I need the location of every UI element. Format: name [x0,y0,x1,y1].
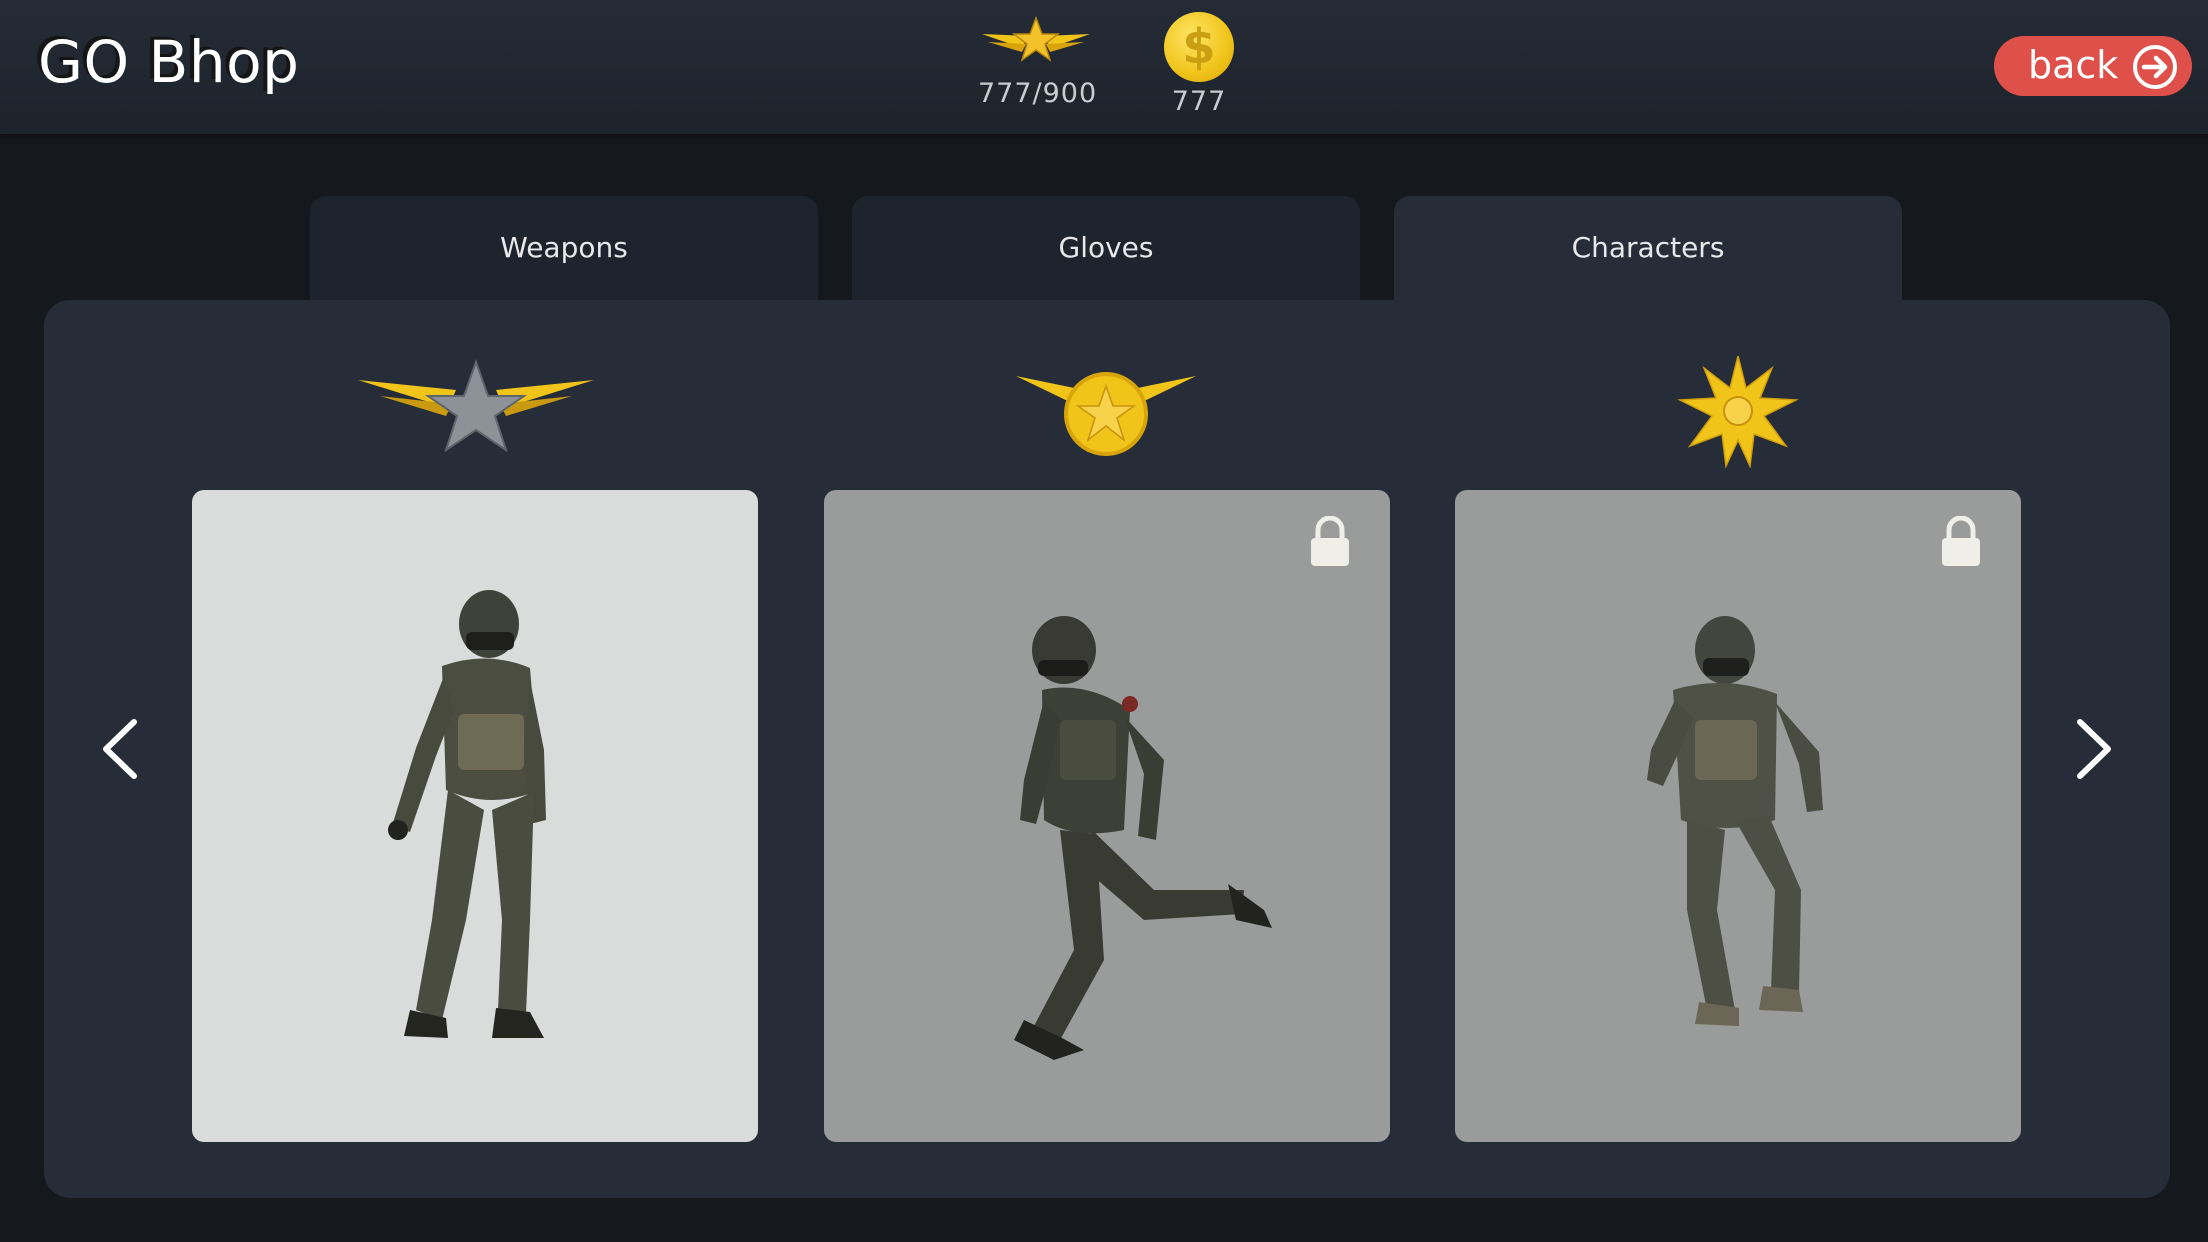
tab-weapons[interactable]: Weapons [310,196,818,300]
chevron-right-icon[interactable] [2070,716,2118,782]
back-button-label: back [2028,43,2119,87]
lock-icon [1942,516,1980,566]
arrow-right-circle-icon [2133,45,2177,89]
tab-characters[interactable]: Characters [1394,196,1902,306]
soldier-character-3-image [1647,616,1823,1026]
soldier-character-2-image [1014,616,1272,1060]
game-title: GO Bhop [38,28,300,96]
character-card-2[interactable] [824,490,1390,1142]
soldier-character-1-image [388,590,546,1038]
coin-icon: $ [1164,12,1234,82]
top-bar: GO Bhop 777/900 $ 777 back [0,0,2208,134]
rank-star-wings-icon [982,15,1090,62]
coin-balance: $ 777 [1154,12,1244,117]
rank-progress-value: 777/900 [978,78,1098,109]
gold-star-medal-wings-icon [1016,372,1196,456]
character-card-3[interactable] [1455,490,2021,1142]
gold-starburst-icon [1677,355,1799,468]
back-button[interactable]: back [1994,36,2192,96]
lock-icon [1311,516,1349,566]
chevron-left-icon[interactable] [96,716,144,782]
rank-progress: 777/900 [978,12,1098,109]
tab-gloves[interactable]: Gloves [852,196,1360,300]
silver-star-wings-icon [358,358,594,452]
coin-balance-value: 777 [1171,86,1227,117]
character-card-1[interactable] [192,490,758,1142]
